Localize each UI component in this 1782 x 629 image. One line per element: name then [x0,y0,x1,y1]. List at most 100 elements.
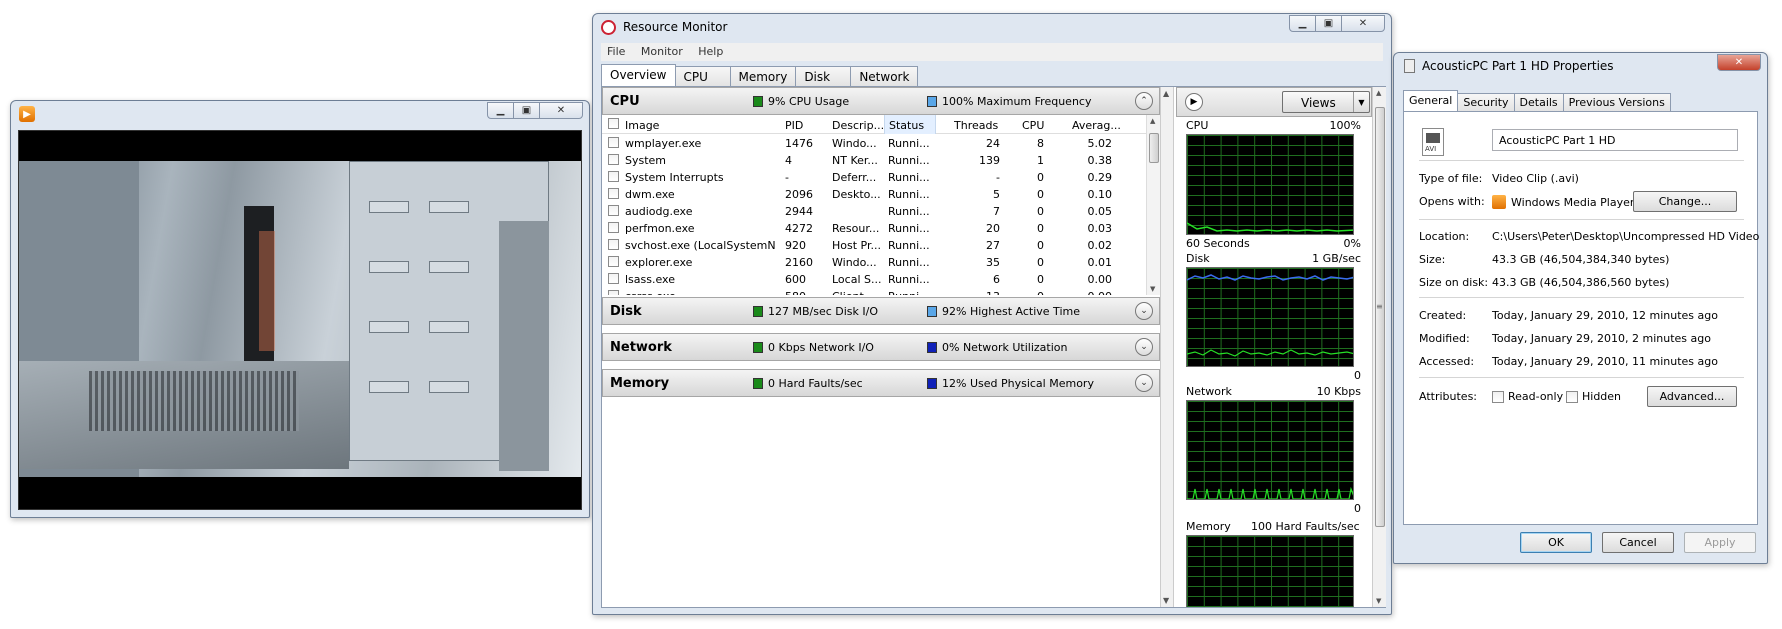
video-area[interactable] [18,130,582,510]
graph-pane-scrollbar[interactable]: ▲ ≡ ▼ [1372,87,1386,607]
video-frame[interactable] [19,161,581,477]
maximize-icon[interactable]: ▣ [513,102,540,119]
disk-section-header[interactable]: Disk 127 MB/sec Disk I/O 92% Highest Act… [602,297,1160,325]
row-checkbox[interactable] [608,154,619,165]
tab-general[interactable]: General [1403,90,1459,111]
green-swatch-icon [753,306,763,317]
row-checkbox[interactable] [608,273,619,284]
column-cpu[interactable]: CPU [1022,119,1044,132]
tab-previous-versions[interactable]: Previous Versions [1562,93,1671,111]
column-threads[interactable]: Threads [954,119,998,132]
overview-scrollbar[interactable]: ▲ ▼ [1160,87,1174,607]
cpu-usage-text: 9% CPU Usage [768,95,850,108]
cpu-section-header[interactable]: CPU 9% CPU Usage 100% Maximum Frequency … [602,87,1160,115]
tab-network[interactable]: Network [850,66,919,86]
minimize-icon[interactable]: ▁ [1289,15,1316,32]
memory-section-header[interactable]: Memory 0 Hard Faults/sec 12% Used Physic… [602,369,1160,397]
scrollbar-thumb[interactable] [1375,107,1385,527]
media-player-caption-buttons: ▁ ▣ ✕ [487,102,583,120]
file-name-field[interactable]: AcousticPC Part 1 HD [1492,129,1738,151]
menu-help[interactable]: Help [692,43,729,60]
memory-section-title: Memory [610,376,670,391]
change-button[interactable]: Change... [1633,191,1737,212]
chevron-down-icon[interactable]: ⌄ [1135,374,1153,392]
table-row[interactable]: csrss.exe 580 Client ... Runni... 13 0 0.00 [602,287,1146,295]
cell-desc: Windo... [832,137,877,150]
tab-memory[interactable]: Memory [729,66,797,86]
advanced-button[interactable]: Advanced... [1647,386,1737,407]
table-row[interactable]: explorer.exe 2160 Windo... Runni... 35 0 0.01 [602,253,1146,270]
menu-file[interactable]: File [601,43,631,60]
row-checkbox[interactable] [608,239,619,250]
close-icon[interactable]: ✕ [539,102,583,119]
table-row[interactable]: dwm.exe 2096 Deskto... Runni... 5 0 0.10 [602,185,1146,202]
attributes-label: Attributes: [1419,390,1478,403]
hidden-label[interactable]: Hidden [1582,390,1621,403]
scroll-down-icon[interactable]: ▼ [1376,597,1381,605]
scroll-up-icon[interactable]: ▲ [1163,89,1169,98]
select-all-checkbox[interactable] [608,118,619,129]
close-icon[interactable]: ✕ [1341,15,1385,32]
table-row[interactable]: svchost.exe (LocalSystemNet... 920 Host Pr… [602,236,1146,253]
collapse-pane-icon[interactable]: ▶ [1185,93,1203,111]
scroll-up-icon[interactable]: ▲ [1376,89,1381,97]
column-average[interactable]: Averag... [1072,119,1121,132]
disk-graph-green-line [1187,349,1353,357]
table-row[interactable]: lsass.exe 600 Local S... Runni... 6 0 0.00 [602,270,1146,287]
chevron-down-icon[interactable]: ⌄ [1135,302,1153,320]
minimize-icon[interactable]: ▁ [487,102,514,119]
scrollbar-thumb[interactable] [1149,133,1159,163]
row-checkbox[interactable] [608,290,619,295]
row-checkbox[interactable] [608,256,619,267]
cell-cpu: 0 [1012,290,1044,295]
row-checkbox[interactable] [608,137,619,148]
modified-label: Modified: [1419,332,1470,345]
table-row[interactable]: audiodg.exe 2944 Runni... 7 0 0.05 [602,202,1146,219]
resource-monitor-titlebar[interactable]: Resource Monitor ▁ ▣ ✕ [593,14,1391,40]
row-checkbox[interactable] [608,205,619,216]
ok-button[interactable]: OK [1520,532,1592,553]
cell-image: audiodg.exe [625,205,693,218]
apply-button[interactable]: Apply [1684,532,1756,553]
scroll-down-icon[interactable]: ▼ [1150,285,1155,293]
table-row[interactable]: System 4 NT Ker... Runni... 139 1 0.38 [602,151,1146,168]
row-checkbox[interactable] [608,188,619,199]
modified-value: Today, January 29, 2010, 2 minutes ago [1492,332,1711,345]
row-checkbox[interactable] [608,222,619,233]
hidden-checkbox[interactable] [1566,391,1578,403]
row-checkbox[interactable] [608,171,619,182]
table-row[interactable]: System Interrupts - Deferr... Runni... - 0 0.2… [602,168,1146,185]
maximize-icon[interactable]: ▣ [1315,15,1342,32]
menu-monitor[interactable]: Monitor [635,43,689,60]
tab-cpu[interactable]: CPU [674,66,731,86]
readonly-checkbox[interactable] [1492,391,1504,403]
views-button[interactable]: Views ▼ [1282,91,1370,113]
cell-cpu: 1 [1037,154,1044,167]
table-row[interactable]: perfmon.exe 4272 Resour... Runni... 20 0 0.03 [602,219,1146,236]
tab-security[interactable]: Security [1457,93,1515,111]
column-image[interactable]: Image [625,119,659,132]
tab-details[interactable]: Details [1513,93,1564,111]
created-value: Today, January 29, 2010, 12 minutes ago [1492,309,1718,322]
dropdown-arrow-icon[interactable]: ▼ [1353,92,1369,112]
process-table-scrollbar[interactable]: ▲ ▼ [1146,115,1160,295]
cell-threads: 7 [993,205,1000,218]
media-player-titlebar[interactable]: ▶ ▁ ▣ ✕ [11,101,589,127]
column-pid[interactable]: PID [785,119,803,132]
readonly-label[interactable]: Read-only [1508,390,1563,403]
scroll-down-icon[interactable]: ▼ [1163,596,1169,605]
column-status[interactable]: Status [884,115,936,134]
properties-titlebar[interactable]: AcousticPC Part 1 HD Properties ✕ [1394,53,1767,79]
process-rows: wmplayer.exe 1476 Windo... Runni... 24 8 5.02 S… [602,134,1146,295]
column-description[interactable]: Descrip... [832,119,884,132]
chevron-up-icon[interactable]: ⌃ [1135,92,1153,110]
scroll-up-icon[interactable]: ▲ [1150,117,1155,125]
chevron-down-icon[interactable]: ⌄ [1135,338,1153,356]
cancel-button[interactable]: Cancel [1602,532,1674,553]
network-util-text: 0% Network Utilization [942,341,1068,354]
close-icon[interactable]: ✕ [1717,54,1761,71]
tab-disk[interactable]: Disk [795,66,852,86]
table-row[interactable]: wmplayer.exe 1476 Windo... Runni... 24 8 5.02 [602,134,1146,151]
network-section-header[interactable]: Network 0 Kbps Network I/O 0% Network Ut… [602,333,1160,361]
tab-overview[interactable]: Overview [601,64,676,86]
